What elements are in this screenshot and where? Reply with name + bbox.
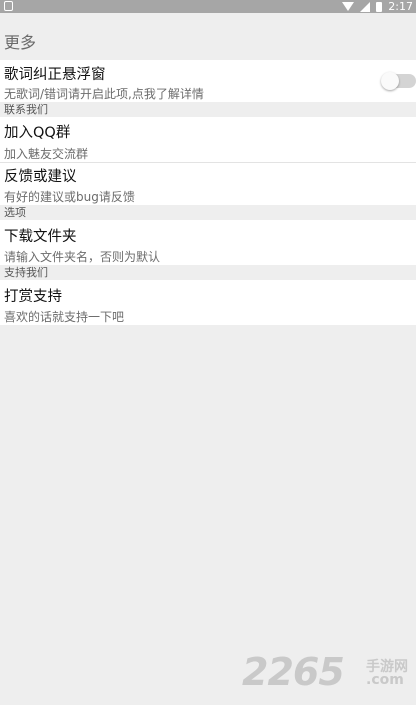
pref-feedback[interactable]: 反馈或建议 有好的建议或bug请反馈 [0,163,416,205]
watermark-number: 2265 [242,650,345,694]
section-header-support-label: 支持我们 [4,266,48,279]
wifi-icon [342,2,355,11]
lyrics-window-switch[interactable] [381,72,416,90]
status-time: 2:17 [388,0,413,13]
pref-donate[interactable]: 打赏支持 喜欢的话就支持一下吧 [0,280,416,325]
watermark-com: .com [366,672,404,688]
section-header-contact-label: 联系我们 [4,103,48,116]
pref-lyrics-window-summary: 无歌词/错词请开启此项,点我了解详情 [4,87,204,101]
section-header-contact: 联系我们 [0,102,416,117]
section-header-support: 支持我们 [0,265,416,280]
pref-lyrics-window[interactable]: 歌词纠正悬浮窗 无歌词/错词请开启此项,点我了解详情 [0,60,416,102]
status-bar: 2:17 [0,0,416,13]
pref-download-folder[interactable]: 下载文件夹 请输入文件夹名，否则为默认 [0,220,416,265]
pref-join-qq-title: 加入QQ群 [4,125,71,141]
section-header-options: 选项 [0,205,416,220]
pref-donate-title: 打赏支持 [4,289,62,305]
pref-feedback-summary: 有好的建议或bug请反馈 [4,190,135,204]
switch-thumb [381,72,399,90]
pref-feedback-title: 反馈或建议 [4,169,77,185]
pref-join-qq[interactable]: 加入QQ群 加入魅友交流群 [0,117,416,162]
page-title: 更多 [4,33,37,52]
battery-icon [376,1,383,12]
pref-join-qq-summary: 加入魅友交流群 [4,147,89,161]
site-watermark: 2265 手游网 .com [242,652,414,692]
status-icons: 2:17 [342,0,413,13]
pref-download-folder-title: 下载文件夹 [4,229,77,245]
pref-lyrics-window-title: 歌词纠正悬浮窗 [4,67,106,83]
pref-donate-summary: 喜欢的话就支持一下吧 [4,310,125,324]
pref-download-folder-summary: 请输入文件夹名，否则为默认 [4,250,161,264]
signal-icon [360,1,371,12]
app-notification-icon [4,1,13,11]
section-header-options-label: 选项 [4,206,26,219]
